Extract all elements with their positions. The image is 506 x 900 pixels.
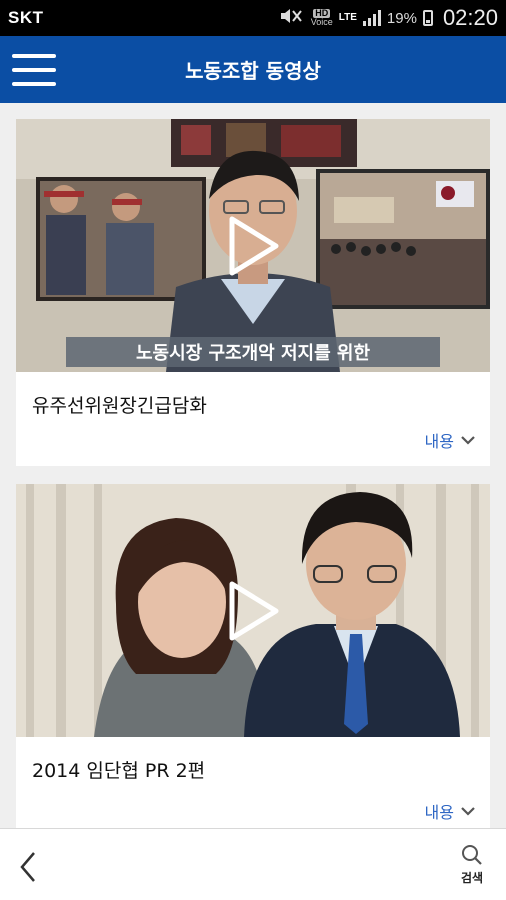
expand-details-button[interactable]: 내용 xyxy=(425,799,476,823)
page-title: 노동조합 동영상 xyxy=(185,59,321,83)
clock: 02:20 xyxy=(442,5,498,30)
battery-icon xyxy=(422,10,433,26)
battery-percent: 19% xyxy=(386,9,417,27)
video-list[interactable]: 노동시장 구조개악 저지를 위한 유주선위원장긴급담화 내용 2014 임단협 … xyxy=(0,103,506,828)
play-button[interactable] xyxy=(226,215,280,277)
carrier-label: SKT xyxy=(8,8,44,27)
video-card[interactable]: 2014 임단협 PR 2편 내용 xyxy=(16,484,490,828)
network-label: LTE xyxy=(338,12,357,23)
expand-details-button[interactable]: 내용 xyxy=(425,428,476,452)
video-title: 2014 임단협 PR 2편 xyxy=(32,760,206,782)
mute-icon xyxy=(279,7,305,30)
play-icon xyxy=(229,581,279,640)
signal-icon xyxy=(362,10,381,26)
search-button[interactable]: 검색 xyxy=(452,843,492,891)
menu-button[interactable] xyxy=(12,52,56,88)
play-button[interactable] xyxy=(226,580,280,642)
voice-label: Voice xyxy=(310,17,333,27)
search-label: 검색 xyxy=(460,871,484,885)
back-button[interactable] xyxy=(14,849,44,885)
bottom-toolbar: 검색 xyxy=(0,828,506,900)
video-title: 유주선위원장긴급담화 xyxy=(32,395,207,417)
video-thumbnail[interactable] xyxy=(16,484,490,737)
play-icon xyxy=(229,216,279,275)
chevron-down-icon xyxy=(461,807,475,816)
more-label: 내용 xyxy=(424,432,454,451)
hd-voice-icon: HD Voice xyxy=(311,9,333,27)
video-thumbnail[interactable]: 노동시장 구조개악 저지를 위한 xyxy=(16,119,490,372)
video-caption: 노동시장 구조개악 저지를 위한 xyxy=(136,343,371,364)
video-card[interactable]: 노동시장 구조개악 저지를 위한 유주선위원장긴급담화 내용 xyxy=(16,119,490,466)
chevron-left-icon xyxy=(20,852,35,882)
more-label: 내용 xyxy=(424,803,454,822)
app-bar: 노동조합 동영상 xyxy=(0,36,506,103)
search-icon xyxy=(462,845,482,865)
status-bar: SKT HD Voice LTE 19% 02:20 xyxy=(0,0,506,36)
status-icons: HD Voice LTE 19% 02:20 xyxy=(279,5,498,31)
chevron-down-icon xyxy=(461,436,475,445)
